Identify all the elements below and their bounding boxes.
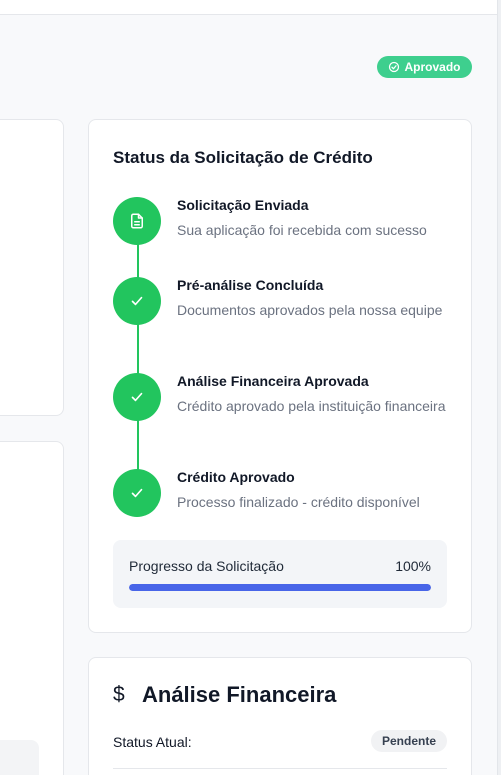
step-circle (113, 197, 161, 245)
step-title: Análise Financeira Aprovada (177, 373, 369, 389)
step-description: Crédito aprovado pela instituição financ… (177, 398, 446, 414)
current-status-label: Status Atual: (113, 734, 192, 750)
check-icon (131, 296, 143, 306)
step-circle (113, 277, 161, 325)
step-description: Sua aplicação foi recebida com sucesso (177, 222, 427, 238)
check-circle-icon (389, 61, 400, 73)
document-icon (131, 213, 143, 229)
approved-status-label: Aprovado (404, 60, 461, 74)
left-panel-inner-block (0, 740, 39, 775)
step-title: Solicitação Enviada (177, 197, 309, 213)
progress-bar-fill (129, 584, 431, 591)
divider (113, 768, 447, 769)
financial-analysis-title: Análise Financeira (142, 682, 337, 707)
pending-status-badge: Pendente (370, 730, 447, 752)
financial-analysis-card: $ Análise Financeira Status Atual: Pende… (88, 657, 472, 775)
step-circle (113, 469, 161, 517)
progress-value: 100% (395, 558, 431, 574)
progress-panel: Progresso da Solicitação 100% (113, 540, 447, 608)
credit-status-card: Status da Solicitação de Crédito Solicit… (88, 119, 472, 633)
dollar-icon: $ (113, 683, 125, 706)
step-title: Pré-análise Concluída (177, 277, 324, 293)
progress-bar (129, 584, 431, 591)
step-description: Documentos aprovados pela nossa equipe (177, 302, 443, 318)
step-description: Processo finalizado - crédito disponível (177, 494, 420, 510)
credit-status-title: Status da Solicitação de Crédito (113, 148, 373, 167)
top-bar (0, 0, 497, 15)
check-icon (131, 488, 143, 498)
progress-label: Progresso da Solicitação (129, 558, 284, 574)
left-panel-card-2 (0, 441, 64, 775)
check-icon (131, 392, 143, 402)
scrollbar[interactable] (497, 0, 501, 775)
approved-status-badge: Aprovado (377, 56, 472, 78)
left-panel-card-1 (0, 119, 64, 416)
step-circle (113, 373, 161, 421)
step-title: Crédito Aprovado (177, 469, 295, 485)
